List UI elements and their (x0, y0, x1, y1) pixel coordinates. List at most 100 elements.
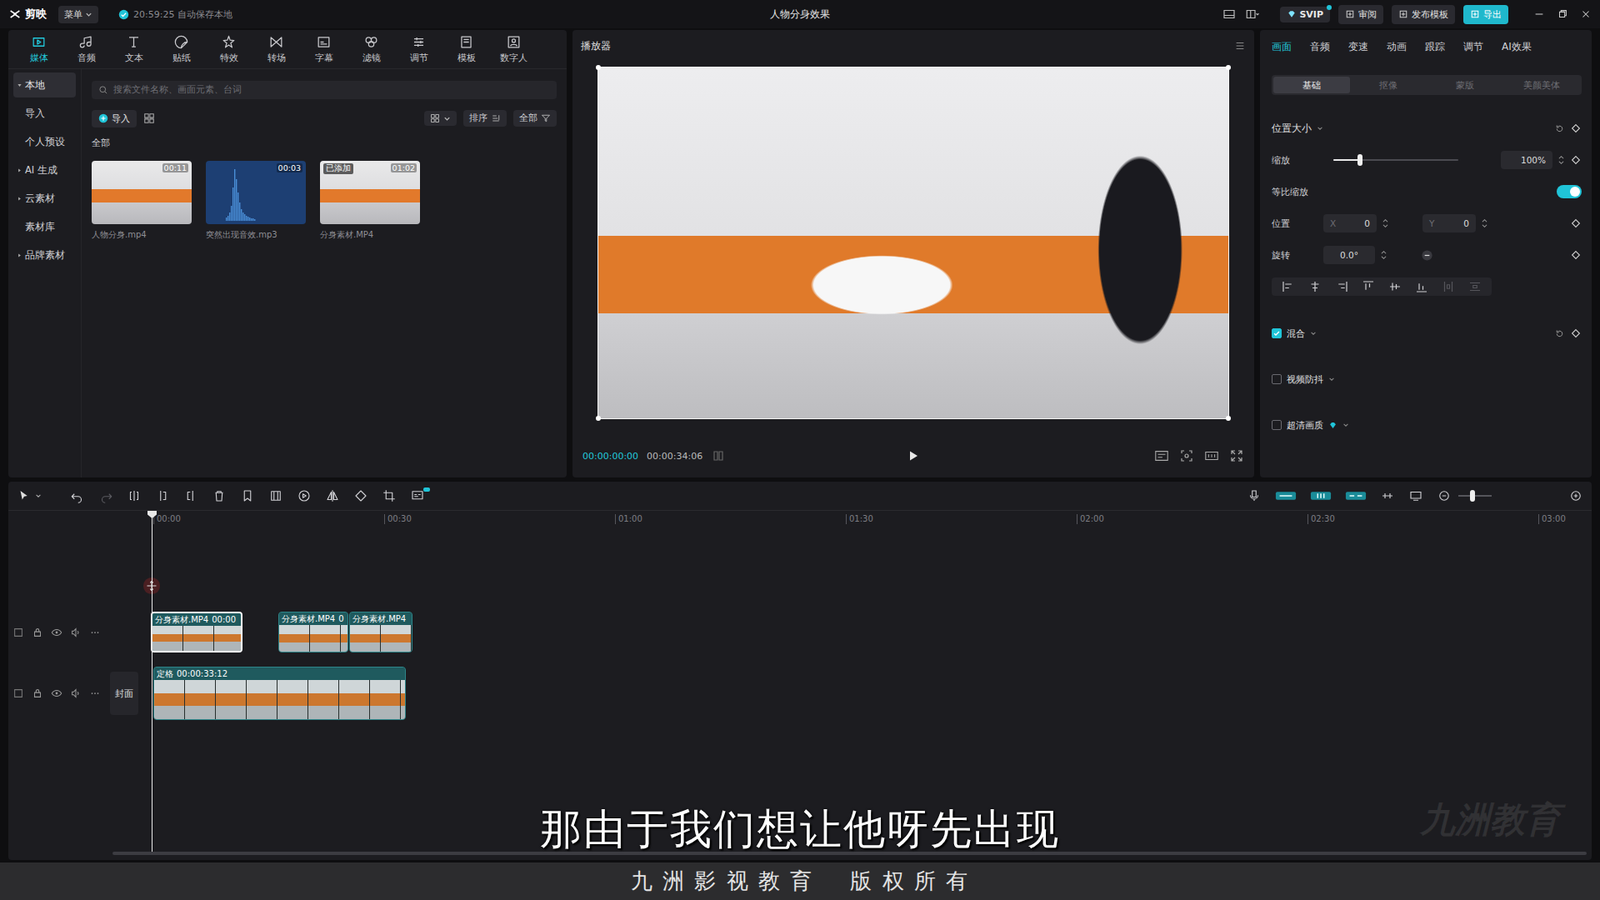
rotation-input[interactable]: 0.0° (1323, 245, 1375, 265)
media-search-input[interactable]: 搜索文件名称、画面元素、台词 (91, 80, 557, 100)
align-icon[interactable] (1303, 279, 1327, 295)
import-button[interactable]: 导入 (91, 110, 137, 128)
option-checkbox[interactable] (1271, 328, 1282, 339)
video-preview[interactable] (597, 66, 1230, 420)
inspector-subtab[interactable]: 基础 (1273, 76, 1350, 94)
timeline-tool-icon[interactable] (70, 488, 85, 504)
sidebar-item[interactable]: 素材库 (13, 214, 76, 240)
stepper-icon[interactable] (1380, 249, 1388, 261)
grid-view-icon[interactable] (143, 112, 155, 125)
timeline-clip[interactable]: 分身素材.MP40 (278, 611, 349, 653)
scale-input[interactable]: 100% (1500, 150, 1553, 170)
empty-track-area[interactable] (8, 529, 1592, 609)
track-select-icon[interactable] (12, 626, 25, 639)
view-mode-dropdown[interactable] (424, 110, 457, 126)
inspector-tab[interactable]: 动画 (1386, 40, 1407, 55)
title-action-button[interactable]: 发布模板 (1391, 5, 1455, 25)
timeline-tool-icon[interactable] (296, 488, 312, 504)
eye-icon[interactable] (50, 626, 63, 639)
zoom-in-icon[interactable] (1568, 488, 1584, 504)
title-action-button[interactable]: 审阅 (1338, 5, 1384, 25)
keyframe-diamond-icon[interactable] (1570, 217, 1582, 230)
option-checkbox[interactable] (1271, 420, 1282, 430)
inspector-tab[interactable]: AI效果 (1501, 40, 1532, 55)
svip-badge[interactable]: SVIP (1280, 6, 1330, 23)
tool-tab[interactable]: 媒体 (15, 30, 63, 69)
tool-tab[interactable]: 滤镜 (347, 30, 395, 69)
inspector-tab[interactable]: 调节 (1463, 40, 1484, 55)
keyframe-diamond-icon[interactable] (1570, 249, 1582, 261)
play-icon[interactable] (906, 449, 920, 463)
align-icon[interactable] (1410, 279, 1434, 295)
reset-icon[interactable] (1554, 123, 1565, 135)
timeline-tool-icon[interactable] (240, 488, 255, 504)
align-icon[interactable] (1330, 279, 1354, 295)
timeline-tool-icon[interactable] (98, 488, 114, 504)
timeline-clip[interactable]: 分身素材.MP400:00 (150, 611, 243, 653)
focus-icon[interactable] (1179, 449, 1195, 463)
tool-tab[interactable]: 模板 (442, 30, 490, 69)
fullscreen-icon[interactable] (1229, 449, 1245, 463)
tool-tab[interactable]: 特效 (205, 30, 253, 69)
caret-down-icon[interactable] (1316, 125, 1324, 132)
timeline-tool-icon[interactable] (325, 488, 340, 504)
align-icon[interactable] (1383, 279, 1407, 295)
keyframe-diamond-icon[interactable] (1570, 327, 1582, 340)
scale-slider[interactable] (1333, 159, 1459, 161)
restore-icon[interactable] (1556, 8, 1569, 20)
keyframe-diamond-icon[interactable] (1570, 154, 1582, 166)
main-track-magnet-icon[interactable] (1275, 489, 1297, 503)
tool-tab[interactable]: 调节 (395, 30, 443, 69)
timeline-tool-icon[interactable] (155, 488, 170, 504)
stepper-icon[interactable] (1381, 217, 1390, 230)
caret-down-icon[interactable] (35, 492, 42, 500)
align-icon[interactable] (1356, 279, 1380, 295)
tool-tab[interactable]: 数字人 (490, 30, 538, 69)
timeline-clip[interactable]: 定格00:00:33:12 (153, 666, 406, 720)
close-icon[interactable] (1580, 8, 1592, 20)
timeline-tool-icon[interactable] (381, 488, 397, 504)
caption-preview-icon[interactable] (1408, 488, 1424, 504)
sidebar-item[interactable]: 个人预设 (13, 129, 76, 155)
zoom-slider[interactable] (1458, 495, 1492, 497)
inspector-tab[interactable]: 变速 (1348, 40, 1369, 55)
sidebar-item[interactable]: 品牌素材 (13, 242, 76, 268)
tool-tab[interactable]: 贴纸 (157, 30, 205, 69)
timeline-tool-icon[interactable] (353, 488, 369, 504)
inspector-tab[interactable]: 画面 (1271, 40, 1292, 55)
menu-button[interactable]: 菜单 (58, 5, 99, 24)
align-icon[interactable] (1436, 279, 1460, 295)
app-logo[interactable]: 剪映 (8, 6, 47, 22)
media-item[interactable]: 已添加01:02分身素材.MP4 (320, 160, 420, 241)
caret-down-icon[interactable] (1310, 330, 1317, 337)
inspector-tab[interactable]: 跟踪 (1425, 40, 1445, 55)
lock-icon[interactable] (31, 687, 44, 700)
aspect-ratio-icon[interactable] (1204, 449, 1220, 463)
microphone-icon[interactable] (1246, 488, 1262, 504)
media-item[interactable]: 00:11人物分身.mp4 (91, 160, 192, 241)
option-checkbox[interactable] (1271, 374, 1282, 385)
tool-tab[interactable]: 转场 (252, 30, 300, 69)
preview-axis-icon[interactable] (1380, 488, 1395, 504)
lock-icon[interactable] (31, 626, 44, 639)
more-icon[interactable] (89, 626, 101, 639)
sidebar-item[interactable]: AI 生成 (13, 157, 76, 183)
align-icon[interactable] (1276, 279, 1300, 295)
menu-icon[interactable] (1234, 40, 1246, 52)
position-y-input[interactable]: Y0 (1422, 214, 1476, 233)
stepper-icon[interactable] (1480, 217, 1489, 230)
inspector-subtab[interactable]: 抠像 (1350, 76, 1427, 94)
align-icon[interactable] (1463, 279, 1487, 295)
inspector-tab[interactable]: 音频 (1310, 40, 1330, 55)
caret-down-icon[interactable] (1342, 421, 1350, 429)
eye-icon[interactable] (50, 687, 63, 700)
layout-icon[interactable] (1221, 6, 1237, 22)
caret-down-icon[interactable] (1328, 375, 1335, 383)
sidebar-item[interactable]: 导入 (13, 100, 76, 126)
media-item[interactable]: 00:03突然出现音效.mp3 (205, 160, 306, 241)
rotation-dial-icon[interactable] (1420, 249, 1434, 262)
cover-button[interactable]: 封面 (110, 671, 139, 715)
timeline-grid-icon[interactable] (710, 449, 726, 463)
uniform-scale-toggle[interactable] (1556, 185, 1582, 199)
reset-icon[interactable] (1554, 328, 1565, 340)
